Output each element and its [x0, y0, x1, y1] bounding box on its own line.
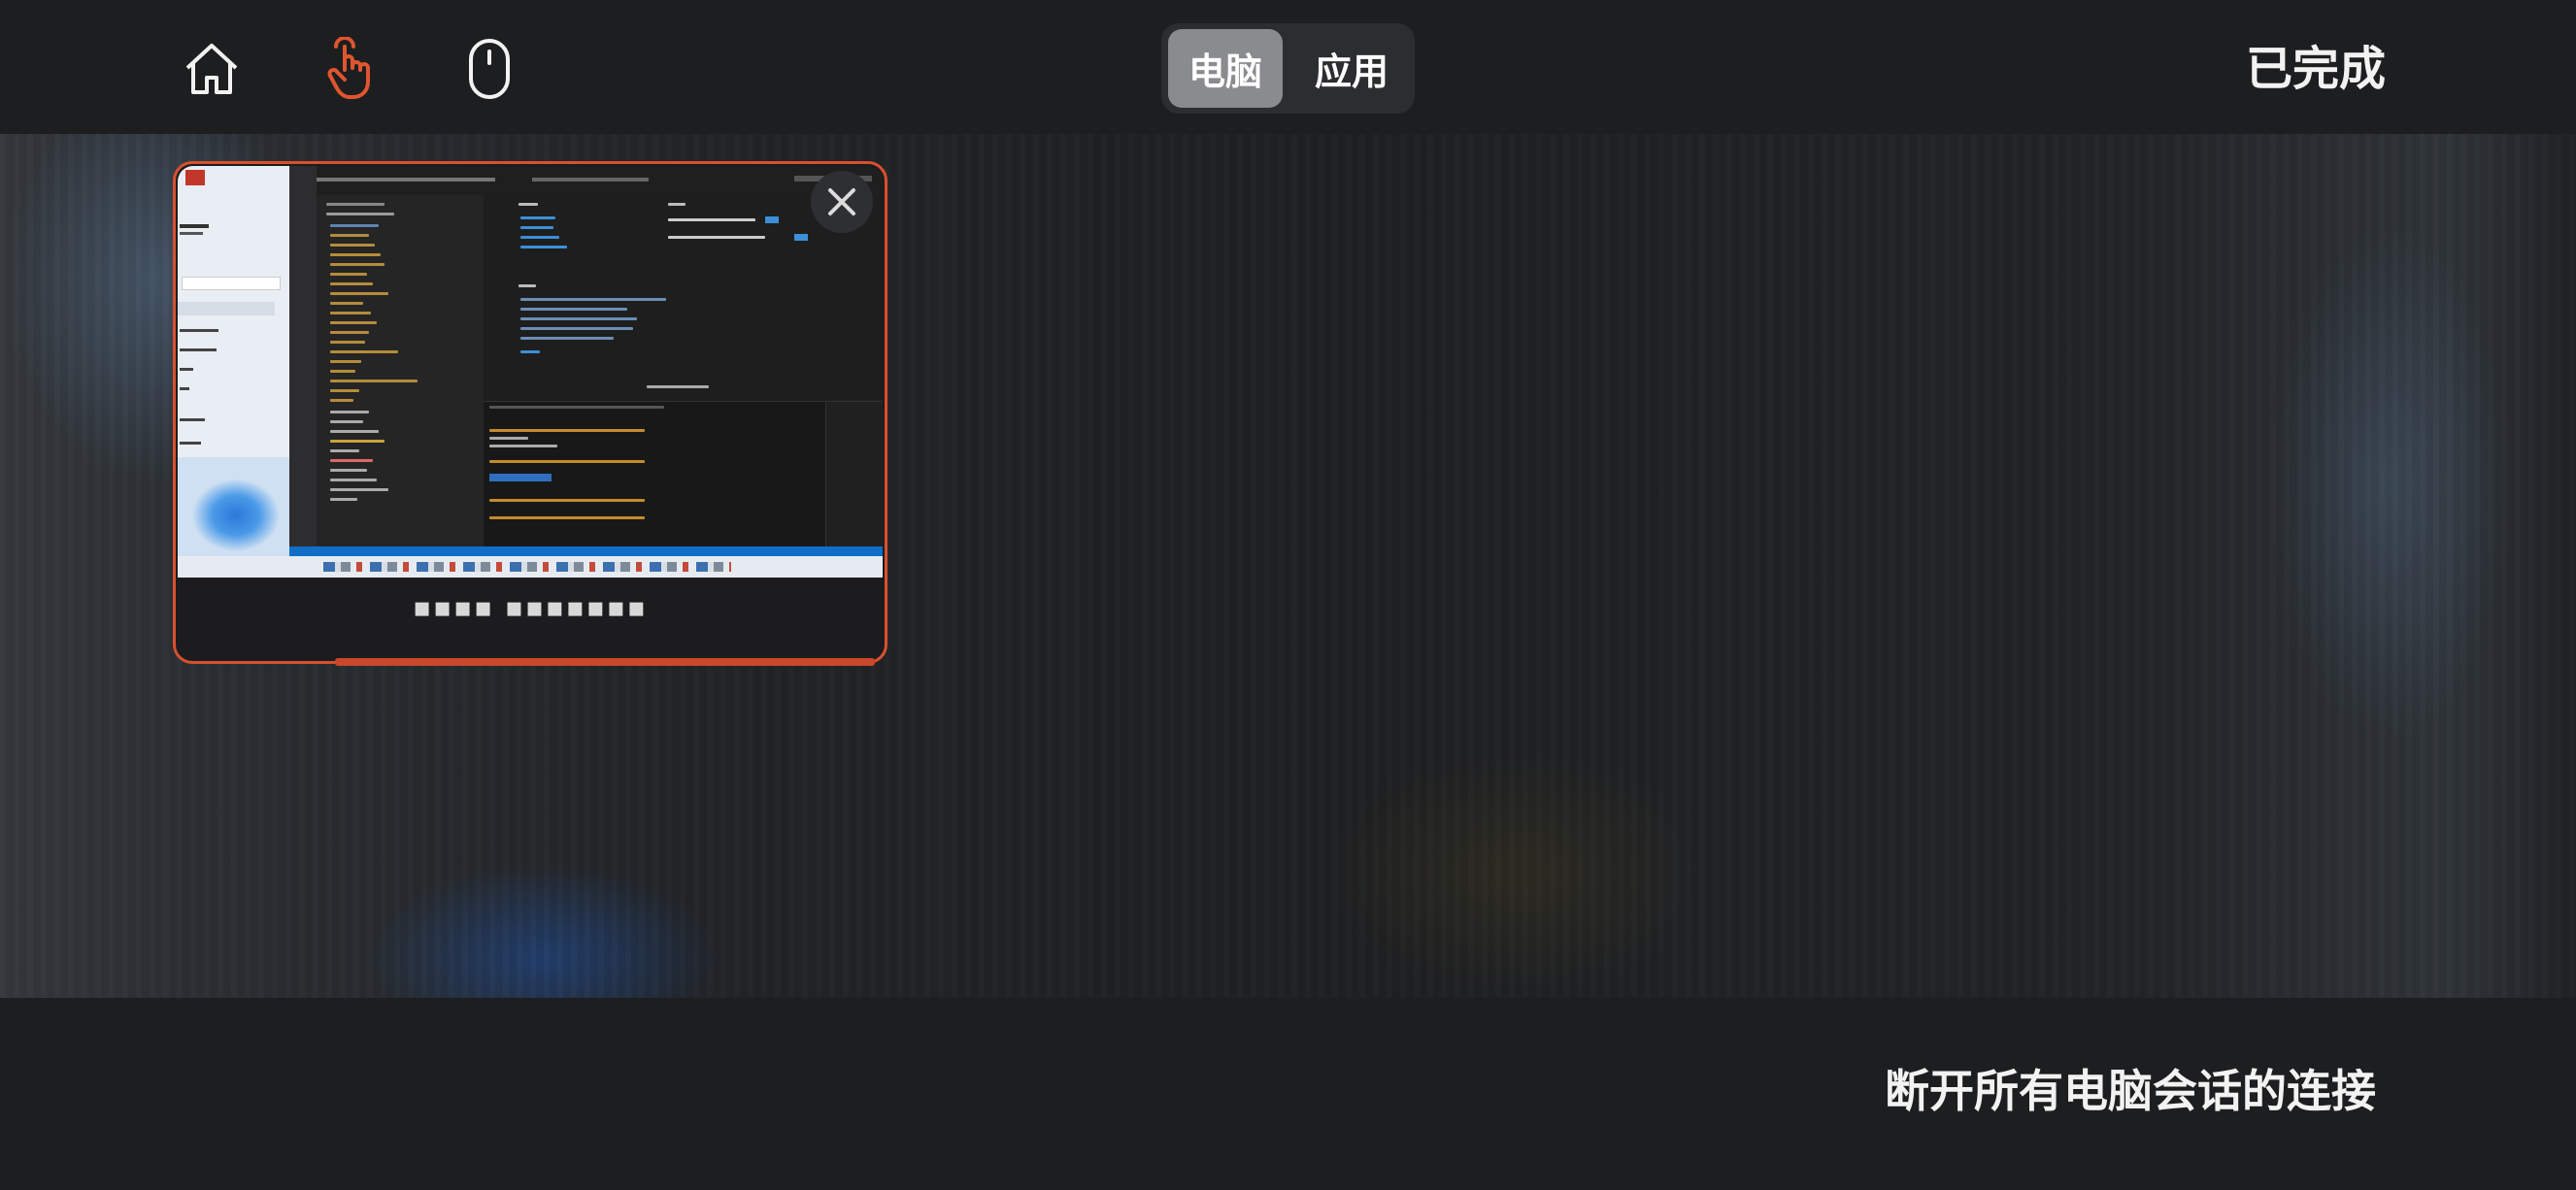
segment-apps[interactable]: 应用: [1294, 29, 1409, 108]
session-card[interactable]: ▪▪▪▪ ▪▪▪▪▪▪▪: [173, 161, 887, 664]
thumbnail-taskbar: [178, 556, 883, 578]
session-thumbnail: [178, 166, 883, 578]
thumbnail-titlebar: [289, 166, 883, 195]
home-icon[interactable]: [170, 27, 253, 111]
device-type-segmented-control: 电脑 应用: [1161, 23, 1415, 114]
thumbnail-explorer: [317, 195, 484, 578]
thumbnail-activity-bar: [289, 166, 317, 578]
bottom-bar: 断开所有电脑会话的连接: [0, 998, 2576, 1190]
session-caption: ▪▪▪▪ ▪▪▪▪▪▪▪: [413, 591, 648, 623]
disconnect-all-button[interactable]: 断开所有电脑会话的连接: [1885, 1056, 2376, 1120]
session-card-shadow: [335, 658, 875, 666]
mouse-icon[interactable]: [448, 27, 531, 111]
done-button[interactable]: 已完成: [2246, 35, 2386, 103]
close-icon[interactable]: [811, 171, 873, 233]
touch-hand-icon[interactable]: [309, 27, 392, 111]
thumbnail-terminal: [484, 401, 883, 557]
thumbnail-side-window: [178, 166, 289, 578]
thumbnail-statusbar: [289, 546, 883, 556]
segment-computer[interactable]: 电脑: [1168, 29, 1283, 108]
top-toolbar: 电脑 应用 已完成: [0, 0, 2576, 134]
